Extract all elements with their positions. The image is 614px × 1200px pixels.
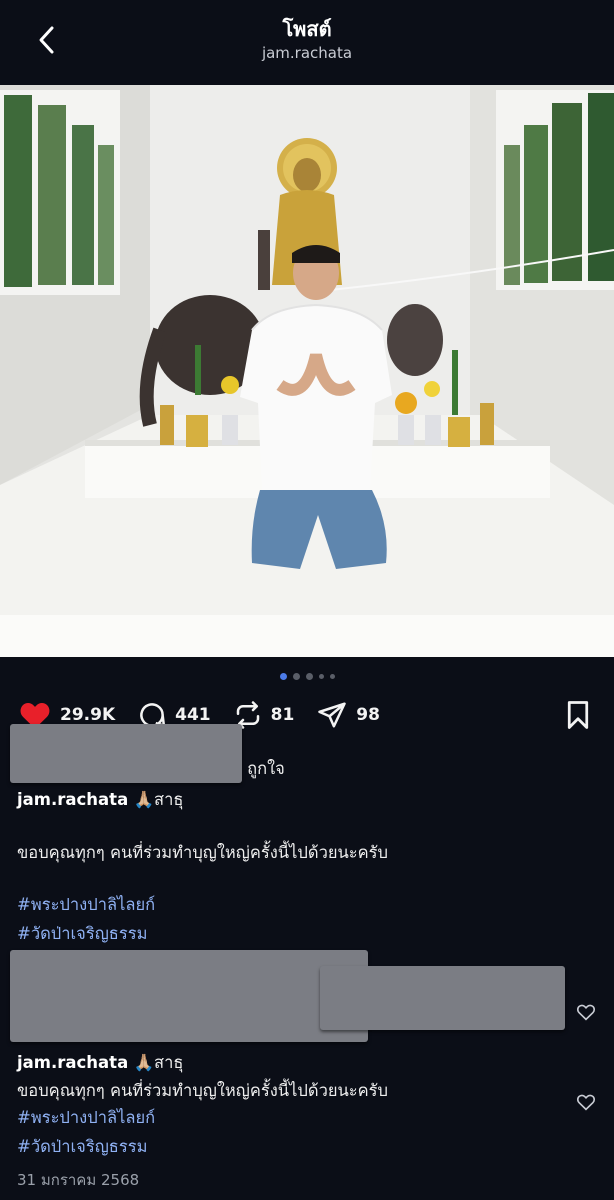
share-button[interactable]: 98 <box>316 700 380 730</box>
send-icon <box>318 702 347 728</box>
carousel-dot <box>305 673 313 680</box>
redacted-block <box>10 950 368 1042</box>
share-count: 98 <box>356 705 380 725</box>
comment-body: ขอบคุณทุกๆ คนที่ร่วมทำบุญใหญ่ครั้งนี้ไปด… <box>17 1081 389 1100</box>
comment-header: jam.rachata 🙏🏼สาธุ <box>17 1050 183 1076</box>
carousel-dot <box>292 673 300 680</box>
caption-hashtag-2[interactable]: #วัดป่าเจริญธรรม <box>17 921 147 947</box>
praying-hands-emoji: 🙏🏼 <box>133 1053 155 1072</box>
caption-body: ขอบคุณทุกๆ คนที่ร่วมทำบุญใหญ่ครั้งนี้ไปด… <box>17 843 389 862</box>
redacted-block <box>320 966 565 1030</box>
praying-hands-emoji: 🙏🏼 <box>133 790 155 809</box>
comment-hashtag-1[interactable]: #พระปางปาลิไลยก์ <box>17 1105 155 1131</box>
comment-like-icon[interactable] <box>576 1093 596 1111</box>
caption-hashtag-1[interactable]: #พระปางปาลิไลยก์ <box>17 892 155 918</box>
carousel-indicator <box>0 673 614 680</box>
caption-word: สาธุ <box>154 790 184 809</box>
like-count: 29.9K <box>60 705 116 725</box>
comment-username[interactable]: jam.rachata <box>17 1053 128 1072</box>
comment-count: 441 <box>175 705 211 725</box>
carousel-dot-active <box>279 673 287 680</box>
carousel-dot <box>329 674 335 679</box>
repost-count: 81 <box>270 705 295 725</box>
redacted-block <box>10 724 242 783</box>
post-date: 31 มกราคม 2568 <box>17 1171 140 1189</box>
caption-header: jam.rachata 🙏🏼สาธุ <box>17 787 183 813</box>
page-title: โพสต์ <box>282 17 332 41</box>
comment-like-icon[interactable] <box>576 1003 596 1021</box>
top-bar: โพสต์ jam.rachata <box>0 0 614 84</box>
comment-hashtag-2[interactable]: #วัดป่าเจริญธรรม <box>17 1134 147 1160</box>
caption-username[interactable]: jam.rachata <box>17 790 128 809</box>
save-button[interactable] <box>563 700 593 732</box>
post-author-username[interactable]: jam.rachata <box>0 44 614 62</box>
comment-word: สาธุ <box>154 1053 184 1072</box>
post-photo[interactable] <box>0 85 614 657</box>
temple-shrine-photo <box>0 85 614 657</box>
carousel-dot <box>318 674 324 679</box>
bookmark-icon <box>567 701 589 729</box>
